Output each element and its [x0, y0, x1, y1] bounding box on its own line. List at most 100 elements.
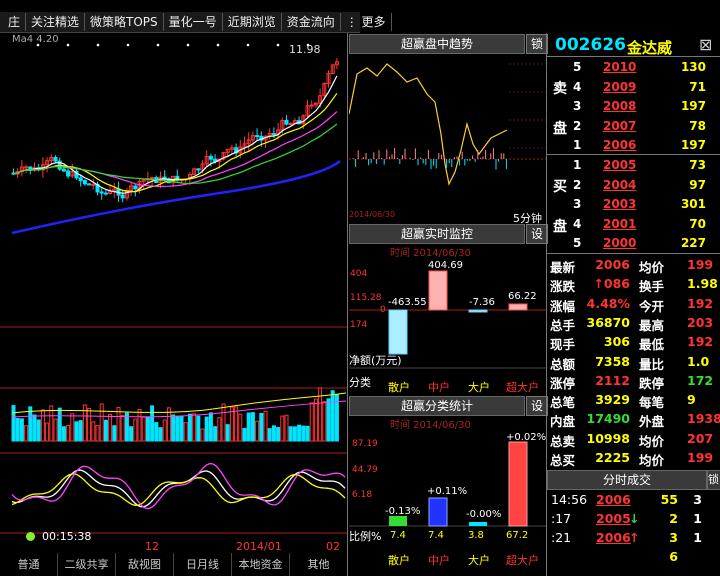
- volume-bar: [166, 407, 171, 442]
- monitor-cat-2: 中户: [428, 381, 450, 394]
- date-label-2: 2014/01: [236, 540, 282, 553]
- stat-value: 207: [687, 430, 714, 446]
- level-label: 3: [573, 197, 582, 211]
- classify-settings-button[interactable]: 设: [526, 396, 548, 416]
- volume-bar: [141, 416, 146, 442]
- volume-bar: [87, 407, 92, 442]
- monitor-y-4: 0: [380, 305, 386, 315]
- level-label: 2: [573, 177, 582, 192]
- level-volume: 227: [680, 236, 706, 250]
- monitor-cat-4: 超大户: [506, 381, 539, 394]
- level-price: 2006: [603, 138, 637, 152]
- ma-legend: Ma4 4.20: [12, 34, 59, 45]
- level-volume: 197: [680, 99, 706, 113]
- sell-level-4[interactable]: 4 2009 71: [547, 78, 720, 98]
- stat-value: 203: [687, 314, 714, 330]
- buy-level-2[interactable]: 2 2004 97: [547, 176, 720, 196]
- monitor-val-4: 66.22: [508, 291, 537, 302]
- volume-bar: [326, 398, 331, 442]
- level-volume: 130: [680, 60, 706, 74]
- stat-value: 306: [603, 334, 630, 350]
- candle-body: [53, 157, 58, 162]
- tick-volume: 2: [669, 511, 678, 526]
- intraday-lock-button[interactable]: 锁: [526, 34, 548, 54]
- stat-key: 外盘: [639, 414, 665, 430]
- bottom-tab-4[interactable]: 本地资金: [232, 553, 290, 576]
- level-volume: 71: [689, 79, 706, 94]
- bottom-tab-0[interactable]: 普通: [0, 553, 58, 576]
- volume-bar: [19, 418, 24, 442]
- volume-ma: [11, 392, 347, 414]
- stat-key: 总笔: [550, 395, 576, 411]
- volume-bar: [36, 419, 41, 442]
- ticks-header[interactable]: 分时成交: [547, 470, 707, 490]
- signal-dot: [66, 43, 70, 47]
- bottom-tab-1[interactable]: 二级共享: [58, 553, 116, 576]
- volume-bar: [259, 413, 264, 442]
- volume-bar: [208, 412, 213, 442]
- stat-key: 现手: [550, 337, 576, 353]
- level-price: 2004: [603, 177, 637, 192]
- toolbar-item-2[interactable]: 微策略TOPS: [85, 13, 164, 31]
- stat-value: 17490: [586, 411, 631, 427]
- level-price: 2001: [603, 216, 637, 231]
- volume-bar: [234, 406, 239, 442]
- buy-level-5[interactable]: 5 2000 227: [547, 234, 720, 254]
- toolbar-item-0[interactable]: 庄: [0, 13, 27, 31]
- sell-level-2[interactable]: 2 2007 78: [547, 117, 720, 137]
- classify-ratio-2: 7.4: [428, 530, 444, 541]
- level-label: 1: [573, 158, 582, 172]
- volume-bar: [95, 425, 100, 442]
- stat-value: 1938: [687, 411, 720, 427]
- kline-chart[interactable]: [0, 33, 348, 553]
- monitor-settings-button[interactable]: 设: [526, 224, 548, 244]
- sell-level-5[interactable]: 5 2010 130: [547, 58, 720, 78]
- stat-row-6: 涨停 2112 跌停 172: [547, 372, 720, 391]
- toolbar-item-1[interactable]: 关注精选: [26, 13, 86, 31]
- monitor-y-3: 174: [350, 320, 368, 330]
- volume-bar: [297, 424, 302, 442]
- bottom-tab-5[interactable]: 其他: [290, 553, 348, 576]
- monitor-y-2: 115.28: [350, 293, 382, 303]
- toolbar-item-6[interactable]: ⋮ 更多: [341, 13, 392, 31]
- bottom-tab-2[interactable]: 敌视图: [116, 553, 174, 576]
- buy-level-4[interactable]: 4 2001 70: [547, 215, 720, 235]
- close-icon[interactable]: ⊠: [699, 35, 712, 54]
- stat-key: 内盘: [550, 414, 576, 430]
- ticks-lock-button[interactable]: 锁: [707, 470, 720, 490]
- volume-bar: [70, 413, 75, 442]
- monitor-bar-superlarge: [508, 303, 528, 311]
- tick-arrow-icon: ↑: [629, 530, 640, 545]
- toolbar-item-4[interactable]: 近期浏览: [223, 13, 282, 31]
- classify-pct-4: +0.02%: [506, 432, 547, 443]
- buy-level-1[interactable]: 1 2005 73: [547, 156, 720, 176]
- tick-row: 6: [547, 548, 720, 567]
- stat-value: 36870: [586, 314, 631, 330]
- sell-level-3[interactable]: 3 2008 197: [547, 97, 720, 117]
- volume-bar: [250, 412, 255, 442]
- volume-bar: [267, 428, 272, 442]
- bottom-tab-3[interactable]: 日月线: [174, 553, 232, 576]
- candle-body: [82, 180, 87, 185]
- signal-dot: [246, 43, 250, 47]
- volume-bar: [49, 405, 54, 442]
- toolbar-item-3[interactable]: 量化一号: [164, 13, 223, 31]
- orderbook-bottom-divider: [547, 253, 720, 254]
- date-label-3: 02: [326, 540, 340, 553]
- monitor-net-label: 净额(万元): [349, 354, 402, 367]
- volume-bar: [246, 412, 251, 442]
- candle-body: [61, 168, 66, 172]
- classify-pct-1: -0.13%: [385, 506, 421, 517]
- bottom-tabs: 普通 二级共享 敌视图 日月线 本地资金 其他: [0, 553, 348, 576]
- volume-bar: [57, 407, 62, 442]
- stat-key: 均价: [639, 453, 665, 468]
- buy-level-3[interactable]: 3 2003 301: [547, 195, 720, 215]
- monitor-bar-retail: [388, 309, 408, 355]
- tick-time: :17: [551, 511, 572, 526]
- stat-key: 涨跌: [550, 279, 576, 295]
- volume-bar: [313, 398, 318, 442]
- volume-bar: [196, 415, 201, 442]
- volume-bar: [284, 414, 289, 442]
- toolbar-item-5[interactable]: 资金流向: [282, 13, 341, 31]
- sell-level-1[interactable]: 1 2006 197: [547, 136, 720, 156]
